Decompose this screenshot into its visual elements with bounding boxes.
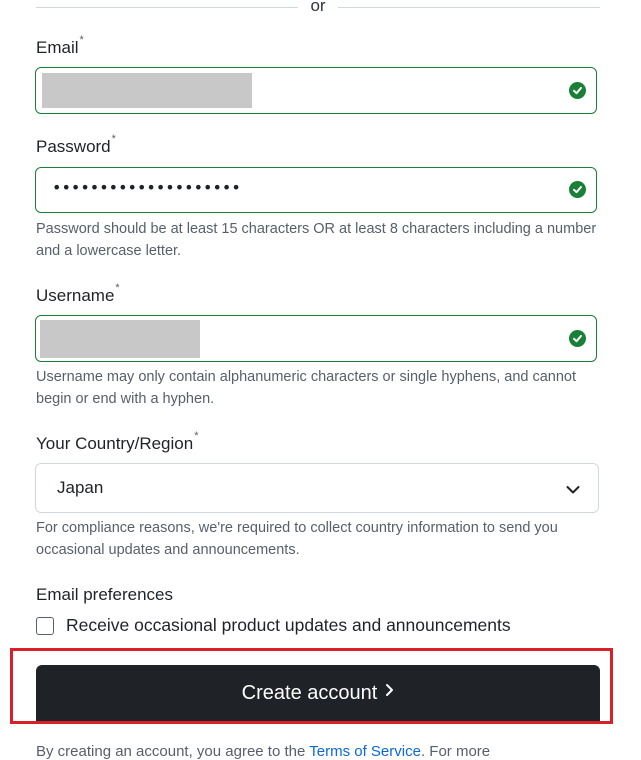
email-preferences-title: Email preferences [36, 585, 174, 604]
check-circle-icon [569, 82, 586, 99]
footer-suffix: . For more [420, 743, 491, 760]
or-divider: or [36, 0, 600, 16]
country-hint: For compliance reasons, we're required t… [36, 520, 558, 558]
product-updates-label[interactable]: Receive occasional product updates and a… [66, 615, 511, 636]
product-updates-checkbox[interactable] [36, 617, 54, 635]
required-mark: * [194, 430, 199, 442]
required-mark: * [115, 282, 120, 294]
divider-line-right [338, 7, 600, 8]
username-field[interactable] [35, 315, 597, 362]
redacted-value [42, 73, 252, 108]
chevron-down-icon [566, 482, 580, 500]
password-label: Password* [36, 133, 116, 157]
country-select[interactable]: Japan [35, 463, 599, 513]
username-hint: Username may only contain alphanumeric c… [36, 369, 577, 407]
country-label: Your Country/Region* [36, 430, 198, 454]
username-label-text: Username [36, 286, 115, 305]
password-label-text: Password [36, 137, 111, 156]
email-field[interactable] [35, 67, 597, 114]
highlight-frame [10, 648, 613, 724]
country-selected-value: Japan [57, 478, 104, 497]
username-label: Username* [36, 282, 120, 306]
terms-of-service-link[interactable]: Terms of Service [309, 743, 421, 760]
terms-footer: By creating an account, you agree to the… [36, 743, 490, 760]
password-masked-value: •••••••••••••••••••• [52, 178, 241, 197]
required-mark: * [79, 34, 84, 46]
divider-line-left [36, 7, 298, 8]
check-circle-icon [569, 330, 586, 347]
email-label: Email* [36, 34, 84, 58]
required-mark: * [111, 133, 116, 145]
country-label-text: Your Country/Region [36, 434, 194, 453]
password-hint: Password should be at least 15 character… [36, 221, 597, 259]
email-label-text: Email [36, 38, 79, 57]
check-circle-icon [569, 181, 586, 198]
password-field[interactable]: •••••••••••••••••••• [35, 167, 597, 213]
divider-text: or [310, 0, 326, 15]
redacted-value [40, 320, 200, 358]
footer-prefix: By creating an account, you agree to the [36, 743, 310, 760]
